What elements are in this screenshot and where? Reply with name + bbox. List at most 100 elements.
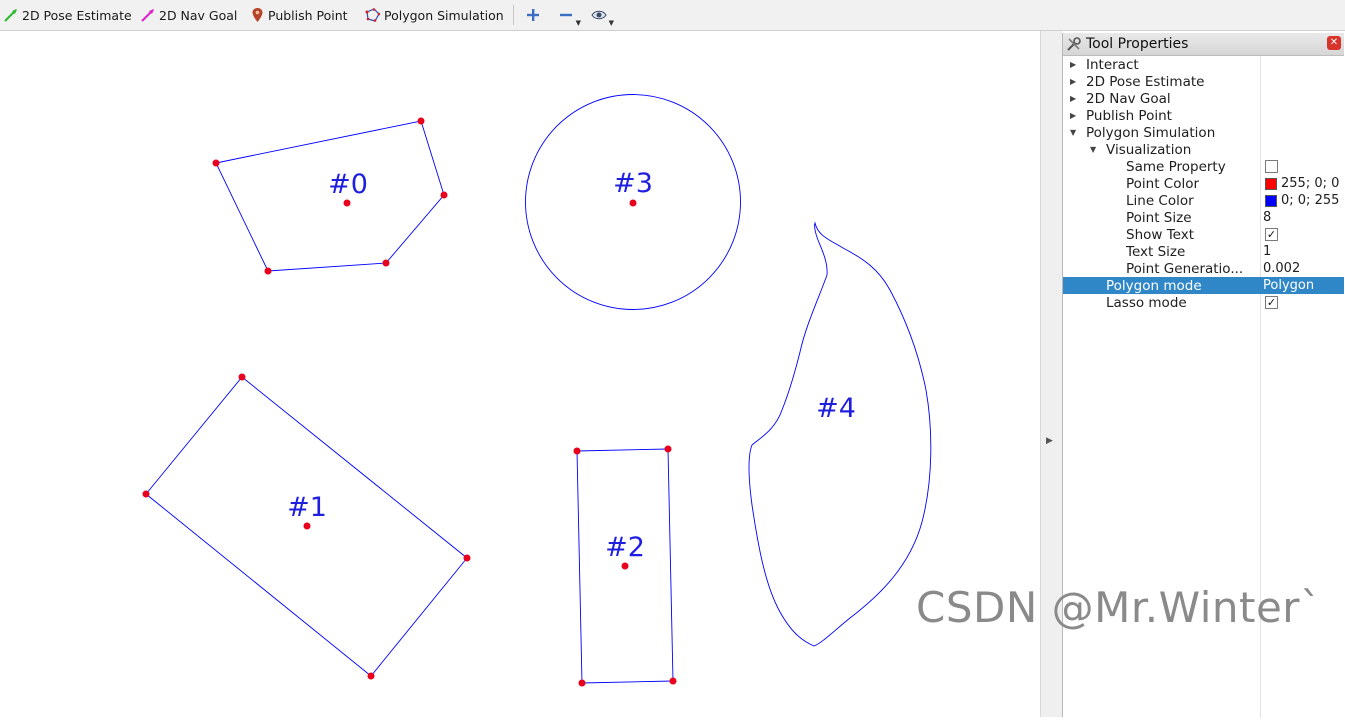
collapse-arrow-icon[interactable]: ▼	[1070, 128, 1076, 137]
tree-item-interact[interactable]: ▶ Interact	[1063, 56, 1344, 73]
text-size-value[interactable]: 1	[1263, 244, 1271, 259]
toolbar: 2D Pose Estimate 2D Nav Goal Publish Poi…	[0, 0, 1345, 31]
map-pin-icon	[252, 8, 263, 22]
vertex-point[interactable]	[578, 679, 586, 687]
render-view-canvas[interactable]: #0 #3 #1 #2 #4	[0, 31, 1040, 717]
property-label: Polygon mode	[1106, 277, 1202, 294]
polygon-2[interactable]: #2	[573, 445, 677, 687]
vertex-point[interactable]	[440, 191, 448, 199]
property-label: Same Property	[1126, 158, 1226, 175]
vertex-point[interactable]	[238, 373, 246, 381]
property-label: Line Color	[1126, 192, 1194, 209]
property-label: Text Size	[1126, 243, 1186, 260]
tool-label: Publish Point	[268, 7, 348, 23]
remove-tool-button[interactable]: ▼	[555, 4, 581, 27]
same-property-checkbox[interactable]	[1265, 160, 1278, 173]
polygon-0[interactable]: #0	[212, 117, 448, 275]
tool-label: Polygon Simulation	[384, 7, 504, 23]
point-color-swatch[interactable]	[1265, 177, 1277, 190]
watermark: CSDN @Mr.Winter`	[916, 583, 1322, 632]
tool-2d-pose-estimate[interactable]: 2D Pose Estimate	[4, 4, 132, 26]
polygon-label: #4	[816, 393, 856, 424]
line-color-value[interactable]: 0; 0; 255	[1281, 193, 1339, 208]
tool-polygon-simulation[interactable]: Polygon Simulation	[365, 4, 504, 26]
toolbar-separator	[513, 5, 514, 25]
polygon-label: #0	[328, 169, 368, 200]
polygon-mode-value[interactable]: Polygon	[1263, 278, 1314, 293]
tree-item-visualization[interactable]: ▼ Visualization	[1063, 141, 1344, 158]
property-label: Point Color	[1126, 175, 1200, 192]
collapse-arrow-icon[interactable]: ▼	[1090, 145, 1096, 154]
property-same-property[interactable]: Same Property	[1063, 158, 1344, 175]
center-point	[629, 199, 637, 207]
vertex-point[interactable]	[573, 447, 581, 455]
vertex-point[interactable]	[463, 554, 471, 562]
tool-publish-point[interactable]: Publish Point	[251, 4, 348, 26]
vertex-point[interactable]	[417, 117, 425, 125]
tool-label: 2D Nav Goal	[159, 7, 238, 23]
polygon-icon	[365, 8, 380, 22]
expand-arrow-icon[interactable]: ▶	[1070, 60, 1076, 69]
add-tool-button[interactable]	[522, 4, 544, 26]
property-line-color[interactable]: Line Color 0; 0; 255	[1063, 192, 1344, 209]
line-color-swatch[interactable]	[1265, 194, 1277, 207]
property-lasso-mode[interactable]: Lasso mode ✓	[1063, 294, 1344, 311]
polygon-label: #3	[613, 168, 653, 199]
polygon-4[interactable]: #4	[748, 221, 932, 647]
center-point	[303, 522, 311, 530]
lasso-mode-checkbox[interactable]: ✓	[1265, 296, 1278, 309]
expand-arrow-icon[interactable]: ▶	[1070, 94, 1076, 103]
show-text-checkbox[interactable]: ✓	[1265, 228, 1278, 241]
expand-arrow-icon[interactable]: ▶	[1070, 77, 1076, 86]
property-tree: ▶ Interact ▶ 2D Pose Estimate ▶ 2D Nav G…	[1063, 56, 1344, 718]
vertex-point[interactable]	[142, 490, 150, 498]
magenta-arrow-icon	[141, 9, 154, 22]
property-label: Show Text	[1126, 226, 1195, 243]
tree-item-2d-pose-estimate[interactable]: ▶ 2D Pose Estimate	[1063, 73, 1344, 90]
point-generation-value[interactable]: 0.002	[1263, 261, 1300, 276]
view-options-button[interactable]: ▼	[588, 4, 614, 27]
tree-item-label: Polygon Simulation	[1086, 124, 1216, 141]
property-point-color[interactable]: Point Color 255; 0; 0	[1063, 175, 1344, 192]
property-show-text[interactable]: Show Text ✓	[1063, 226, 1344, 243]
point-size-value[interactable]: 8	[1263, 210, 1271, 225]
property-label: Point Size	[1126, 209, 1192, 226]
property-point-generation[interactable]: Point Generatio... 0.002	[1063, 260, 1344, 277]
panel-title: Tool Properties	[1086, 36, 1189, 52]
minus-icon	[560, 13, 572, 17]
center-point	[343, 199, 351, 207]
center-point	[621, 562, 629, 570]
polygon-label: #1	[287, 492, 327, 523]
polygon-1[interactable]: #1	[142, 373, 471, 680]
tool-label: 2D Pose Estimate	[22, 7, 132, 23]
chevron-down-icon: ▼	[608, 19, 614, 27]
property-text-size[interactable]: Text Size 1	[1063, 243, 1344, 260]
vertex-point[interactable]	[669, 677, 677, 685]
vertex-point[interactable]	[664, 445, 672, 453]
property-label: Lasso mode	[1106, 294, 1187, 311]
vertex-point[interactable]	[212, 159, 220, 167]
render-view[interactable]: #0 #3 #1 #2 #4	[0, 31, 1040, 717]
tools-icon	[1067, 37, 1081, 51]
panel-title-bar: Tool Properties ✕	[1063, 33, 1344, 56]
point-color-value[interactable]: 255; 0; 0	[1281, 176, 1339, 191]
chevron-down-icon: ▼	[575, 19, 581, 27]
green-arrow-icon	[4, 9, 17, 22]
vertex-point[interactable]	[367, 672, 375, 680]
polygon-label: #2	[605, 532, 645, 563]
property-label: Point Generatio...	[1126, 260, 1244, 277]
tree-item-label: 2D Nav Goal	[1086, 90, 1171, 107]
vertex-point[interactable]	[382, 259, 390, 267]
tree-item-polygon-simulation[interactable]: ▼ Polygon Simulation	[1063, 124, 1344, 141]
chevron-right-icon[interactable]: ▶	[1046, 436, 1053, 446]
close-icon[interactable]: ✕	[1327, 36, 1341, 50]
expand-arrow-icon[interactable]: ▶	[1070, 111, 1076, 120]
tree-item-publish-point[interactable]: ▶ Publish Point	[1063, 107, 1344, 124]
property-polygon-mode[interactable]: Polygon mode Polygon	[1063, 277, 1344, 294]
property-point-size[interactable]: Point Size 8	[1063, 209, 1344, 226]
vertex-point[interactable]	[264, 267, 272, 275]
tool-2d-nav-goal[interactable]: 2D Nav Goal	[141, 4, 237, 26]
polygon-3[interactable]: #3	[525, 94, 741, 310]
tree-item-2d-nav-goal[interactable]: ▶ 2D Nav Goal	[1063, 90, 1344, 107]
plus-icon	[527, 9, 539, 21]
